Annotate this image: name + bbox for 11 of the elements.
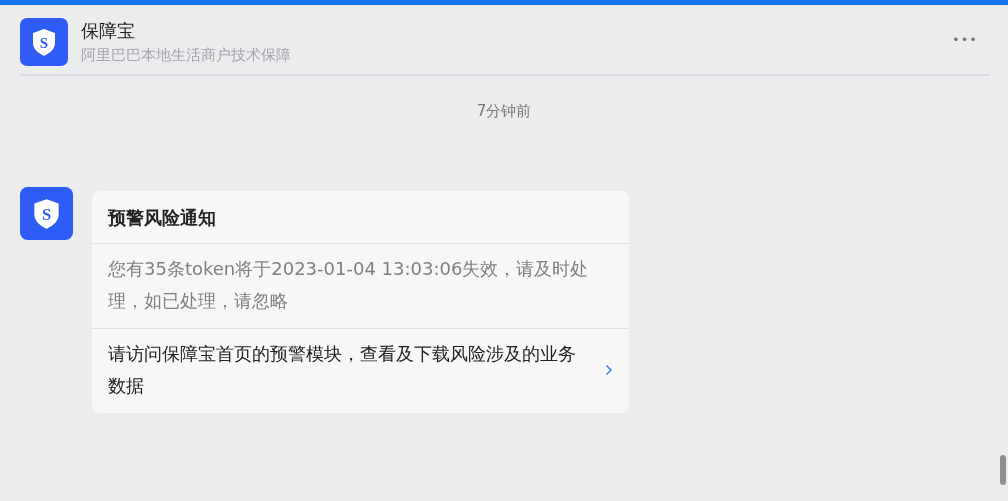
chevron-icon — [605, 364, 613, 376]
scrollbar-thumb[interactable] — [1000, 455, 1006, 485]
timestamp: 7分钟前 — [476, 102, 532, 120]
chat-title: 保障宝 — [81, 19, 136, 43]
shield-logo-icon: S — [20, 18, 68, 66]
card-link[interactable]: 请访问保障宝首页的预警模块，查看及下载风险涉及的业务数据 — [92, 329, 629, 413]
card-body-text: 您有35条token将于2023-01-04 13:03:06失效，请及时处理，如已处理，请忽略 — [92, 244, 629, 329]
more-button[interactable]: ••• — [952, 32, 978, 47]
shield-logo-icon: S — [20, 187, 73, 240]
chat-subtitle: 阿里巴巴本地生活商户技术保障 — [81, 46, 292, 65]
card-title: 预警风险通知 — [92, 191, 629, 244]
